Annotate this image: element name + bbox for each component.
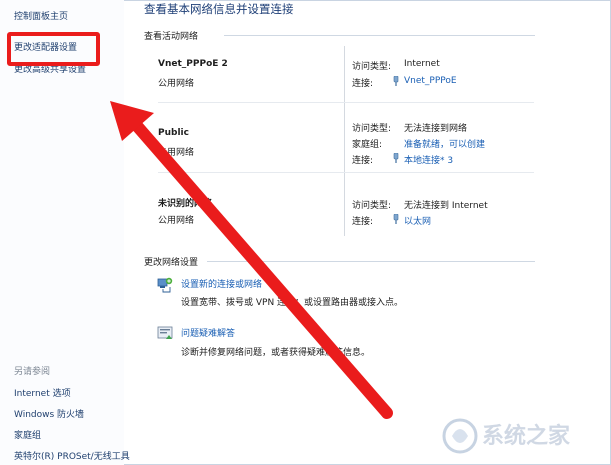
network-type-link[interactable]: 公用网络 [158,76,194,89]
ethernet-connection-icon [393,214,399,224]
watermark-logo: 系统之家 [442,418,571,454]
connection-link-ethernet[interactable]: 以太网 [404,214,431,227]
homegroup-label: 家庭组: [352,140,383,150]
change-settings-heading: 更改网络设置 [144,258,199,268]
watermark-text: 系统之家 [482,423,571,449]
section-divider [207,261,535,262]
setup-new-connection-desc: 设置宽带、拨号或 VPN 连接；或设置路由器或接入点。 [181,298,404,308]
active-networks-heading: 查看活动网络 [144,32,199,42]
access-type-label: 访问类型: [352,62,392,72]
new-connection-icon [157,277,173,293]
network-divider [158,102,534,103]
troubleshoot-link[interactable]: 问题疑难解答 [181,326,235,339]
sidebar-item-windows-firewall[interactable]: Windows 防火墙 [14,407,84,420]
connection-link-vnet[interactable]: Vnet_PPPoE [404,76,457,86]
sidebar-item-control-panel-home[interactable]: 控制面板主页 [14,9,68,22]
network-name: Vnet_PPPoE 2 [158,59,228,69]
access-type-value: 无法连接到网络 [404,124,468,134]
connection-label: 连接: [352,156,374,166]
access-type-label: 访问类型: [352,124,392,134]
sidebar-item-intel-proset[interactable]: 英特尔(R) PROSet/无线工具 [14,449,130,462]
wireless-connection-icon [393,153,399,163]
network-name: Public [158,128,189,138]
network-type-link[interactable]: 专用网络 [158,145,194,158]
network-type-link[interactable]: 公用网络 [158,213,194,226]
section-divider [224,35,535,36]
network-name: 未识别的网络 [158,199,213,209]
access-type-label: 访问类型: [352,201,392,211]
access-type-value: 无法连接到 Internet [404,201,488,211]
network-divider [158,172,534,173]
connection-label: 连接: [352,79,374,89]
highlight-box [7,32,100,66]
sidebar-item-homegroup[interactable]: 家庭组 [14,428,41,441]
sidebar-item-internet-options[interactable]: Internet 选项 [14,386,71,399]
connection-label: 连接: [352,217,374,227]
column-divider [344,46,345,236]
see-also-heading: 另请参阅 [14,367,51,377]
troubleshoot-icon [157,326,173,339]
troubleshoot-desc: 诊断并修复网络问题，或者获得疑难解答信息。 [181,348,371,358]
homegroup-link[interactable]: 准备就绪，可以创建 [404,137,485,150]
sidebar: 控制面板主页 更改适配器设置 更改高级共享设置 另请参阅 Internet 选项… [0,0,130,465]
page-title: 查看基本网络信息并设置连接 [144,2,294,16]
access-type-value: Internet [404,59,440,69]
dialup-connection-icon [393,76,399,86]
setup-new-connection-link[interactable]: 设置新的连接或网络 [181,277,262,290]
connection-link-local[interactable]: 本地连接* 3 [404,153,453,166]
